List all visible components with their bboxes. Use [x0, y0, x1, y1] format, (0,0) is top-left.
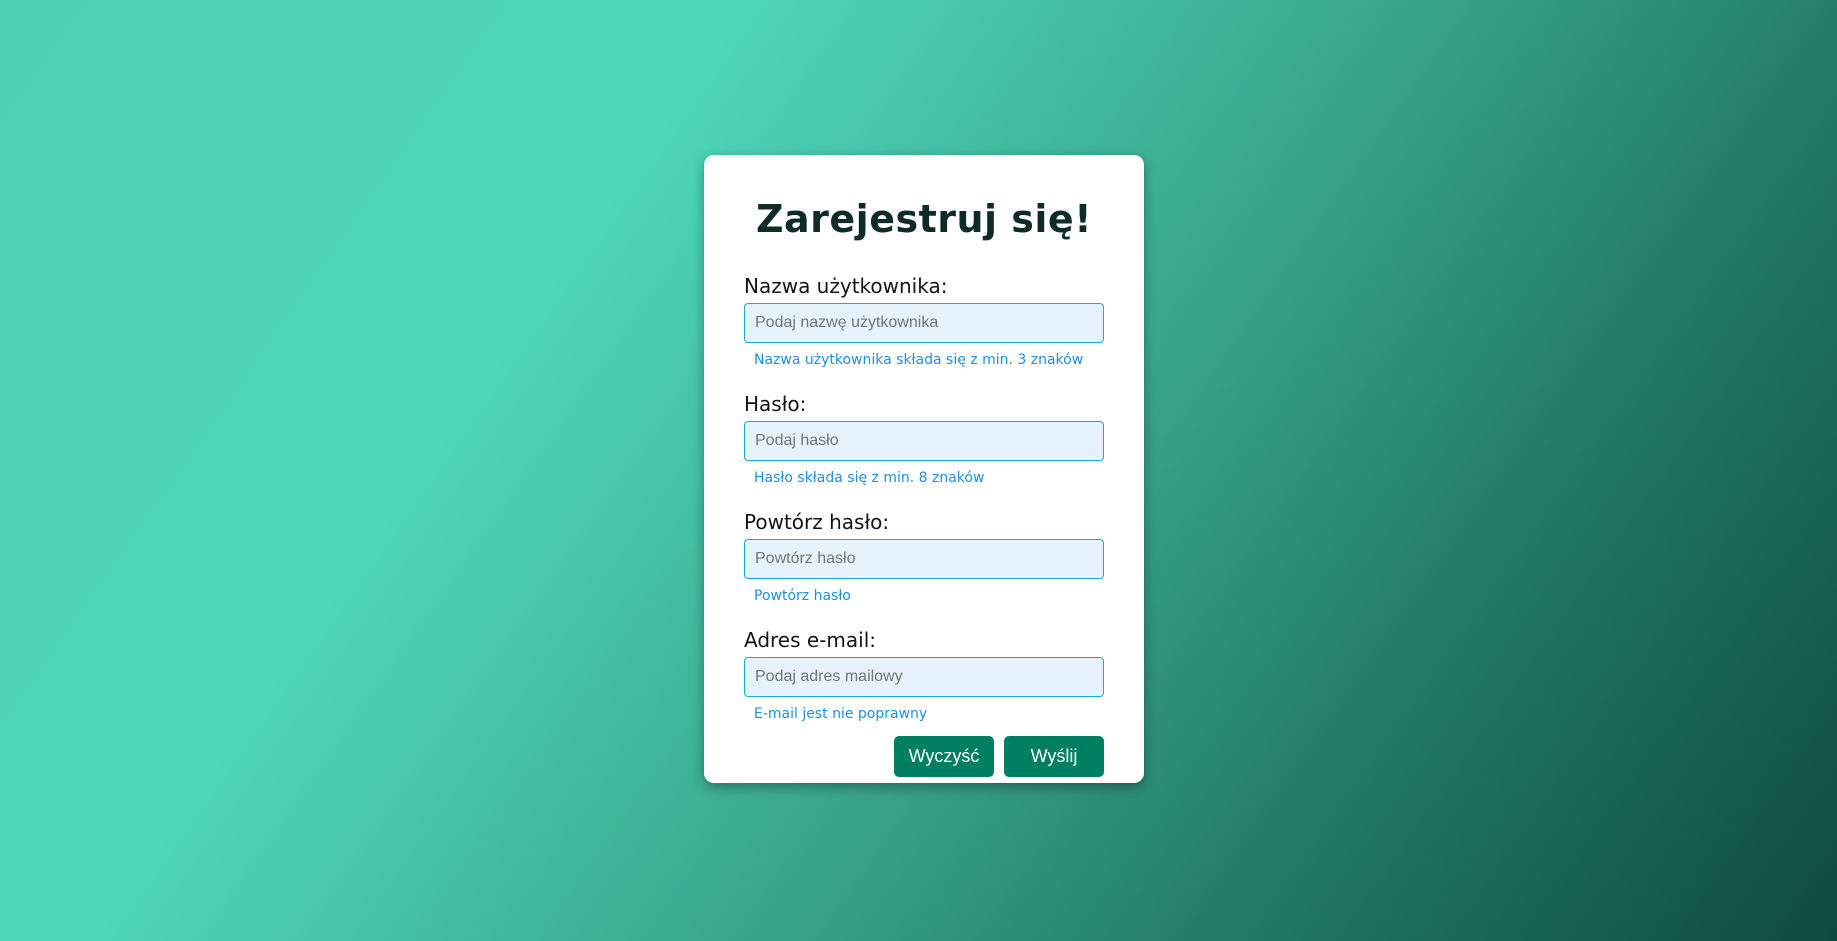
clear-button[interactable]: Wyczyść: [894, 736, 994, 777]
username-field-group: Nazwa użytkownika: Nazwa użytkownika skł…: [744, 273, 1104, 369]
repeat-password-field-group: Powtórz hasło: Powtórz hasło: [744, 509, 1104, 605]
repeat-password-input[interactable]: [744, 539, 1104, 579]
password-label: Hasło:: [744, 392, 807, 416]
username-hint: Nazwa użytkownika składa się z min. 3 zn…: [754, 352, 1084, 368]
page-title: Zarejestruj się!: [755, 197, 1093, 241]
repeat-password-hint: Powtórz hasło: [754, 588, 851, 604]
registration-card: Zarejestruj się! Nazwa użytkownika: Nazw…: [704, 155, 1144, 783]
username-input[interactable]: [744, 303, 1104, 343]
email-field-group: Adres e-mail: E-mail jest nie poprawny: [744, 627, 1104, 723]
username-label: Nazwa użytkownika:: [744, 274, 948, 298]
password-input[interactable]: [744, 421, 1104, 461]
repeat-password-label: Powtórz hasło:: [744, 510, 890, 534]
submit-button[interactable]: Wyślij: [1004, 736, 1104, 777]
email-hint: E-mail jest nie poprawny: [754, 706, 928, 722]
form-actions: Wyczyść Wyślij: [744, 736, 1104, 777]
password-field-group: Hasło: Hasło składa się z min. 8 znaków: [744, 391, 1104, 487]
email-input[interactable]: [744, 657, 1104, 697]
email-label: Adres e-mail:: [744, 628, 877, 652]
password-hint: Hasło składa się z min. 8 znaków: [754, 470, 985, 486]
